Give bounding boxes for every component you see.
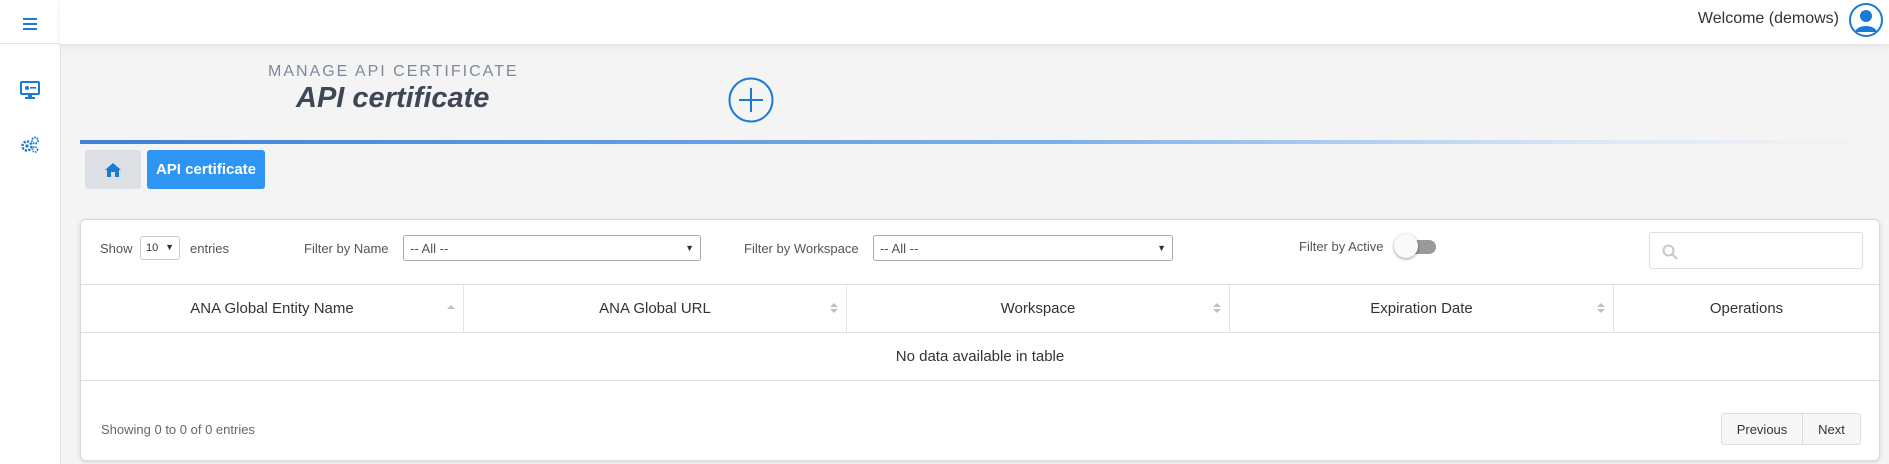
filter-name-value: -- All -- [410, 241, 449, 256]
entries-label: entries [190, 241, 230, 256]
top-bar: Welcome (demows) [60, 0, 1889, 44]
chevron-down-icon: ▼ [1157, 243, 1166, 253]
search-input[interactable] [1649, 232, 1863, 269]
column-header-expiration-date[interactable]: Expiration Date [1230, 285, 1614, 332]
filter-workspace-label: Filter by Workspace [744, 241, 859, 256]
chevron-down-icon: ▼ [685, 243, 694, 253]
user-avatar-icon[interactable] [1849, 3, 1883, 37]
search-icon [1662, 244, 1678, 260]
chevron-down-icon: ▼ [165, 242, 174, 252]
column-label: ANA Global Entity Name [190, 300, 354, 317]
column-label: Expiration Date [1370, 300, 1473, 317]
next-page-button[interactable]: Next [1803, 413, 1861, 445]
certificate-monitor-icon [20, 81, 40, 99]
sidebar-divider [0, 43, 60, 44]
welcome-text: Welcome (demows) [1697, 10, 1839, 27]
sidebar-item-settings[interactable] [14, 129, 46, 161]
filter-workspace-value: -- All -- [880, 241, 919, 256]
column-label: ANA Global URL [599, 300, 711, 317]
previous-page-button[interactable]: Previous [1721, 413, 1803, 445]
filter-name-select[interactable]: -- All -- ▼ [403, 235, 701, 261]
toggle-knob [1394, 234, 1418, 258]
entries-per-page-select[interactable]: 10 ▼ [140, 236, 180, 260]
hamburger-icon [23, 18, 37, 30]
header-divider [80, 140, 1880, 144]
column-label: Workspace [1000, 300, 1076, 317]
sort-ascending-icon [447, 305, 455, 309]
sort-icon [1597, 303, 1605, 313]
breadcrumb-home-button[interactable] [85, 150, 141, 189]
filter-name-label: Filter by Name [304, 241, 389, 256]
table-header: ANA Global Entity Name ANA Global URL Wo… [81, 284, 1879, 333]
menu-toggle-button[interactable] [14, 12, 46, 36]
page-title: API certificate [296, 82, 490, 114]
empty-message: No data available in table [895, 347, 1065, 365]
breadcrumb-current[interactable]: API certificate [147, 150, 265, 189]
sort-icon [1213, 303, 1221, 313]
pagination: Previous Next [1721, 413, 1861, 447]
column-header-entity-name[interactable]: ANA Global Entity Name [81, 285, 464, 332]
table-info: Showing 0 to 0 of 0 entries [101, 422, 255, 437]
sidebar-item-certificates[interactable] [14, 74, 46, 106]
show-label: Show [100, 241, 133, 256]
filter-workspace-select[interactable]: -- All -- ▼ [873, 235, 1173, 261]
filter-active-toggle[interactable] [1394, 234, 1438, 258]
page-subtitle: MANAGE API CERTIFICATE [268, 63, 519, 80]
column-label: Operations [1709, 300, 1784, 317]
column-header-operations: Operations [1614, 285, 1879, 332]
sort-icon [830, 303, 838, 313]
column-header-workspace[interactable]: Workspace [847, 285, 1230, 332]
home-icon [105, 162, 121, 177]
sidebar [0, 0, 61, 464]
entries-per-page-value: 10 [146, 242, 159, 254]
certificates-table-panel: Show 10 ▼ entries Filter by Name -- All … [80, 219, 1880, 461]
column-header-global-url[interactable]: ANA Global URL [464, 285, 847, 332]
table-empty-row: No data available in table [81, 332, 1879, 381]
gears-icon [21, 136, 39, 153]
filter-active-label: Filter by Active [1299, 239, 1384, 254]
add-certificate-button[interactable] [728, 77, 774, 123]
